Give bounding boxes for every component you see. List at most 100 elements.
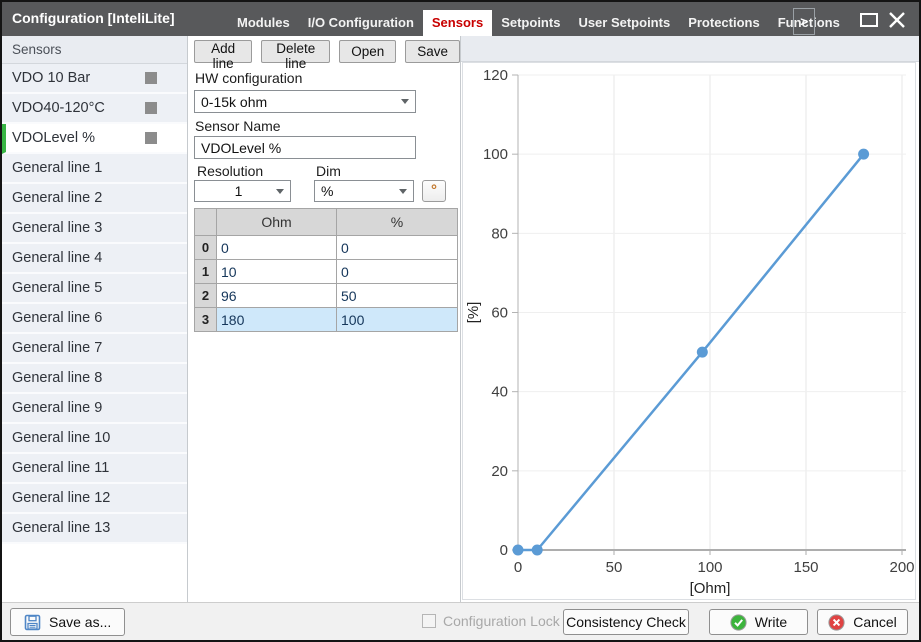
- tab-overflow-button[interactable]: >: [793, 8, 815, 35]
- sidebar-item-general-line-11[interactable]: General line 11: [2, 454, 187, 484]
- cell-[interactable]: 50: [337, 284, 458, 308]
- save-button[interactable]: Save: [405, 40, 460, 63]
- data-point-marker[interactable]: [532, 545, 543, 556]
- data-point-marker[interactable]: [513, 545, 524, 556]
- sidebar-item-label: General line 3: [12, 220, 187, 236]
- sensor-curve-chart: 020406080100120050100150200[Ohm][%]: [463, 63, 916, 598]
- calibration-points-table: Ohm% 0001100296503180100: [194, 208, 458, 332]
- y-tick-label: 60: [491, 305, 508, 322]
- sidebar-item-general-line-13[interactable]: General line 13: [2, 514, 187, 544]
- add-line-button[interactable]: Add line: [194, 40, 252, 63]
- chevron-down-icon: [276, 189, 284, 194]
- sensor-status-square-icon: [145, 72, 157, 84]
- column-header-ohm: Ohm: [217, 209, 337, 236]
- hw-configuration-label: HW configuration: [195, 70, 302, 86]
- sidebar-item-label: General line 12: [12, 490, 187, 506]
- y-tick-label: 20: [491, 463, 508, 480]
- sidebar-item-general-line-9[interactable]: General line 9: [2, 394, 187, 424]
- configuration-lock-checkbox[interactable]: [422, 614, 436, 628]
- sidebar-item-general-line-3[interactable]: General line 3: [2, 214, 187, 244]
- save-as-label: Save as...: [49, 614, 111, 630]
- sidebar-item-label: General line 5: [12, 280, 187, 296]
- y-tick-label: 0: [500, 542, 508, 559]
- tab-user-setpoints[interactable]: User Setpoints: [569, 10, 679, 36]
- series-line: [518, 154, 864, 550]
- close-icon[interactable]: [886, 9, 908, 31]
- x-tick-label: 100: [697, 559, 722, 576]
- sidebar-item-general-line-7[interactable]: General line 7: [2, 334, 187, 364]
- resolution-select[interactable]: 1: [194, 180, 291, 202]
- cancel-button[interactable]: Cancel: [817, 609, 908, 635]
- app-window: Configuration [InteliLite] ModulesI/O Co…: [0, 0, 921, 642]
- maximize-icon[interactable]: [860, 13, 878, 27]
- table-row: 000: [195, 236, 458, 260]
- sensor-name-label: Sensor Name: [195, 118, 281, 134]
- write-label: Write: [755, 614, 787, 630]
- row-index-header: [195, 209, 217, 236]
- y-tick-label: 80: [491, 225, 508, 242]
- sensor-name-input[interactable]: VDOLevel %: [194, 136, 416, 159]
- sensor-status-square-icon: [145, 132, 157, 144]
- sidebar-item-label: VDO40-120°C: [12, 100, 145, 116]
- chevron-down-icon: [399, 189, 407, 194]
- sidebar-item-general-line-6[interactable]: General line 6: [2, 304, 187, 334]
- sidebar-item-general-line-1[interactable]: General line 1: [2, 154, 187, 184]
- tab-modules[interactable]: Modules: [228, 10, 299, 36]
- cell-ohm[interactable]: 180: [217, 308, 337, 332]
- cell-ohm[interactable]: 0: [217, 236, 337, 260]
- data-point-marker[interactable]: [697, 347, 708, 358]
- save-as-button[interactable]: Save as...: [10, 608, 125, 636]
- editor-toolbar: Add line Delete line Open Save: [189, 36, 460, 63]
- resolution-label: Resolution: [197, 163, 263, 179]
- sidebar-item-label: General line 11: [12, 460, 187, 476]
- title-bar: Configuration [InteliLite] ModulesI/O Co…: [2, 2, 919, 36]
- tab-protections[interactable]: Protections: [679, 10, 769, 36]
- sensor-list: VDO 10 Bar VDO40-120°C VDOLevel % General l…: [2, 64, 187, 544]
- sidebar-item-vdolevel[interactable]: VDOLevel %: [2, 124, 187, 154]
- floppy-disk-icon: [24, 614, 41, 631]
- sidebar-item-general-line-5[interactable]: General line 5: [2, 274, 187, 304]
- tab-setpoints[interactable]: Setpoints: [492, 10, 569, 36]
- sidebar-item-label: General line 10: [12, 430, 187, 446]
- sidebar-item-label: VDOLevel %: [12, 130, 145, 146]
- tab-sensors[interactable]: Sensors: [423, 10, 492, 36]
- sidebar-item-general-line-2[interactable]: General line 2: [2, 184, 187, 214]
- dim-select[interactable]: %: [314, 180, 414, 202]
- write-button[interactable]: Write: [709, 609, 808, 635]
- sidebar-item-label: VDO 10 Bar: [12, 70, 145, 86]
- data-point-marker[interactable]: [858, 149, 869, 160]
- sidebar-item-general-line-8[interactable]: General line 8: [2, 364, 187, 394]
- dim-value: %: [321, 183, 333, 199]
- sidebar-item-general-line-4[interactable]: General line 4: [2, 244, 187, 274]
- sensor-name-value: VDOLevel %: [201, 140, 281, 156]
- y-tick-label: 100: [483, 146, 508, 163]
- table-row: 29650: [195, 284, 458, 308]
- y-tick-label: 40: [491, 384, 508, 401]
- cell-[interactable]: 0: [337, 260, 458, 284]
- cell-ohm[interactable]: 10: [217, 260, 337, 284]
- sidebar-item-label: General line 9: [12, 400, 187, 416]
- delete-line-button[interactable]: Delete line: [261, 40, 330, 63]
- dim-label: Dim: [316, 163, 341, 179]
- degree-unit-button[interactable]: °: [422, 180, 446, 202]
- cancel-label: Cancel: [853, 614, 897, 630]
- sidebar-item-general-line-12[interactable]: General line 12: [2, 484, 187, 514]
- cell-ohm[interactable]: 96: [217, 284, 337, 308]
- row-index: 2: [195, 284, 217, 308]
- open-button[interactable]: Open: [339, 40, 396, 63]
- x-tick-label: 200: [889, 559, 914, 576]
- y-tick-label: 120: [483, 67, 508, 84]
- sidebar-item-label: General line 2: [12, 190, 187, 206]
- sidebar-item-label: General line 1: [12, 160, 187, 176]
- tab-i-o-configuration[interactable]: I/O Configuration: [299, 10, 423, 36]
- sidebar-item-vdo40-120-c[interactable]: VDO40-120°C: [2, 94, 187, 124]
- cell-[interactable]: 100: [337, 308, 458, 332]
- sidebar-item-vdo-10-bar[interactable]: VDO 10 Bar: [2, 64, 187, 94]
- cell-[interactable]: 0: [337, 236, 458, 260]
- x-tick-label: 0: [514, 559, 522, 576]
- column-header-: %: [337, 209, 458, 236]
- hw-configuration-select[interactable]: 0-15k ohm: [194, 90, 416, 113]
- sidebar-item-general-line-10[interactable]: General line 10: [2, 424, 187, 454]
- consistency-check-label: Consistency Check: [566, 614, 686, 630]
- consistency-check-button[interactable]: Consistency Check: [563, 609, 689, 635]
